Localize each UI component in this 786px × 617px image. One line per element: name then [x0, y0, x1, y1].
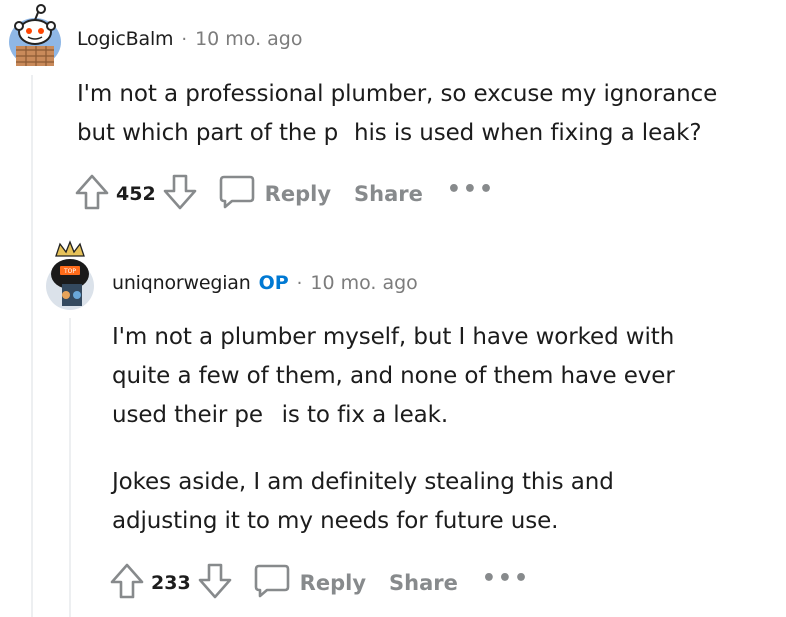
- comment-line: Jokes aside, I am definitely stealing th…: [112, 469, 614, 495]
- comment-bubble-icon: [253, 563, 291, 603]
- avatar[interactable]: TOP: [44, 240, 96, 310]
- comment-paragraph: I'm not a plumber myself, but I have wor…: [112, 318, 675, 435]
- vote-score: 233: [151, 572, 191, 594]
- thread-line-root[interactable]: [31, 75, 33, 617]
- svg-text:TOP: TOP: [63, 268, 76, 275]
- comment-line: I'm not a plumber myself, but I have wor…: [112, 324, 675, 350]
- downvote-button[interactable]: [162, 173, 198, 215]
- meta-separator: ·: [296, 272, 303, 294]
- username[interactable]: LogicBalm: [77, 28, 174, 50]
- comment-body: I'm not a professional plumber, so excus…: [77, 75, 717, 153]
- avatar[interactable]: [6, 2, 62, 66]
- upvote-arrow-icon: [109, 562, 145, 604]
- share-button[interactable]: Share: [389, 571, 458, 595]
- reply-button[interactable]: Reply: [218, 174, 331, 214]
- more-options-button[interactable]: •••: [482, 568, 530, 590]
- comment-paragraph: Jokes aside, I am definitely stealing th…: [112, 463, 675, 541]
- snoo-avatar-icon: [6, 4, 62, 66]
- comment-line: quite a few of them, and none of them ha…: [112, 363, 675, 389]
- upvote-arrow-icon: [74, 173, 110, 215]
- comment-thread: LogicBalm · 10 mo. ago I'm not a profess…: [0, 0, 786, 617]
- comment-paragraph: I'm not a professional plumber, so excus…: [77, 75, 717, 153]
- comment-actions: 233 Reply Share •••: [109, 563, 530, 603]
- downvote-button[interactable]: [197, 562, 233, 604]
- comment-bubble-icon: [218, 174, 256, 214]
- reply-label: Reply: [264, 182, 332, 206]
- vote-score: 452: [116, 183, 156, 205]
- comment-line: used their pe is to fix a leak.: [112, 402, 449, 428]
- more-options-button[interactable]: •••: [447, 179, 495, 201]
- reply-label: Reply: [299, 571, 367, 595]
- thread-line-reply[interactable]: [69, 318, 71, 617]
- meta-separator: ·: [181, 28, 188, 50]
- crowned-avatar-icon: TOP: [44, 240, 96, 310]
- downvote-arrow-icon: [162, 173, 198, 215]
- timestamp[interactable]: 10 mo. ago: [195, 28, 302, 50]
- upvote-button[interactable]: [74, 173, 110, 215]
- downvote-arrow-icon: [197, 562, 233, 604]
- op-badge: OP: [258, 272, 289, 294]
- comment-body: I'm not a plumber myself, but I have wor…: [112, 318, 675, 541]
- share-button[interactable]: Share: [354, 182, 423, 206]
- timestamp[interactable]: 10 mo. ago: [310, 272, 417, 294]
- username[interactable]: uniqnorwegian: [112, 272, 251, 294]
- comment-meta: uniqnorwegian OP · 10 mo. ago: [112, 272, 418, 294]
- comment-line: but which part of the p his is used when…: [77, 120, 702, 146]
- comment-actions: 452 Reply Share •••: [74, 174, 495, 214]
- reply-button[interactable]: Reply: [253, 563, 366, 603]
- comment-line: I'm not a professional plumber, so excus…: [77, 81, 718, 107]
- comment-meta: LogicBalm · 10 mo. ago: [77, 28, 303, 50]
- comment-line: adjusting it to my needs for future use.: [112, 508, 559, 534]
- upvote-button[interactable]: [109, 562, 145, 604]
